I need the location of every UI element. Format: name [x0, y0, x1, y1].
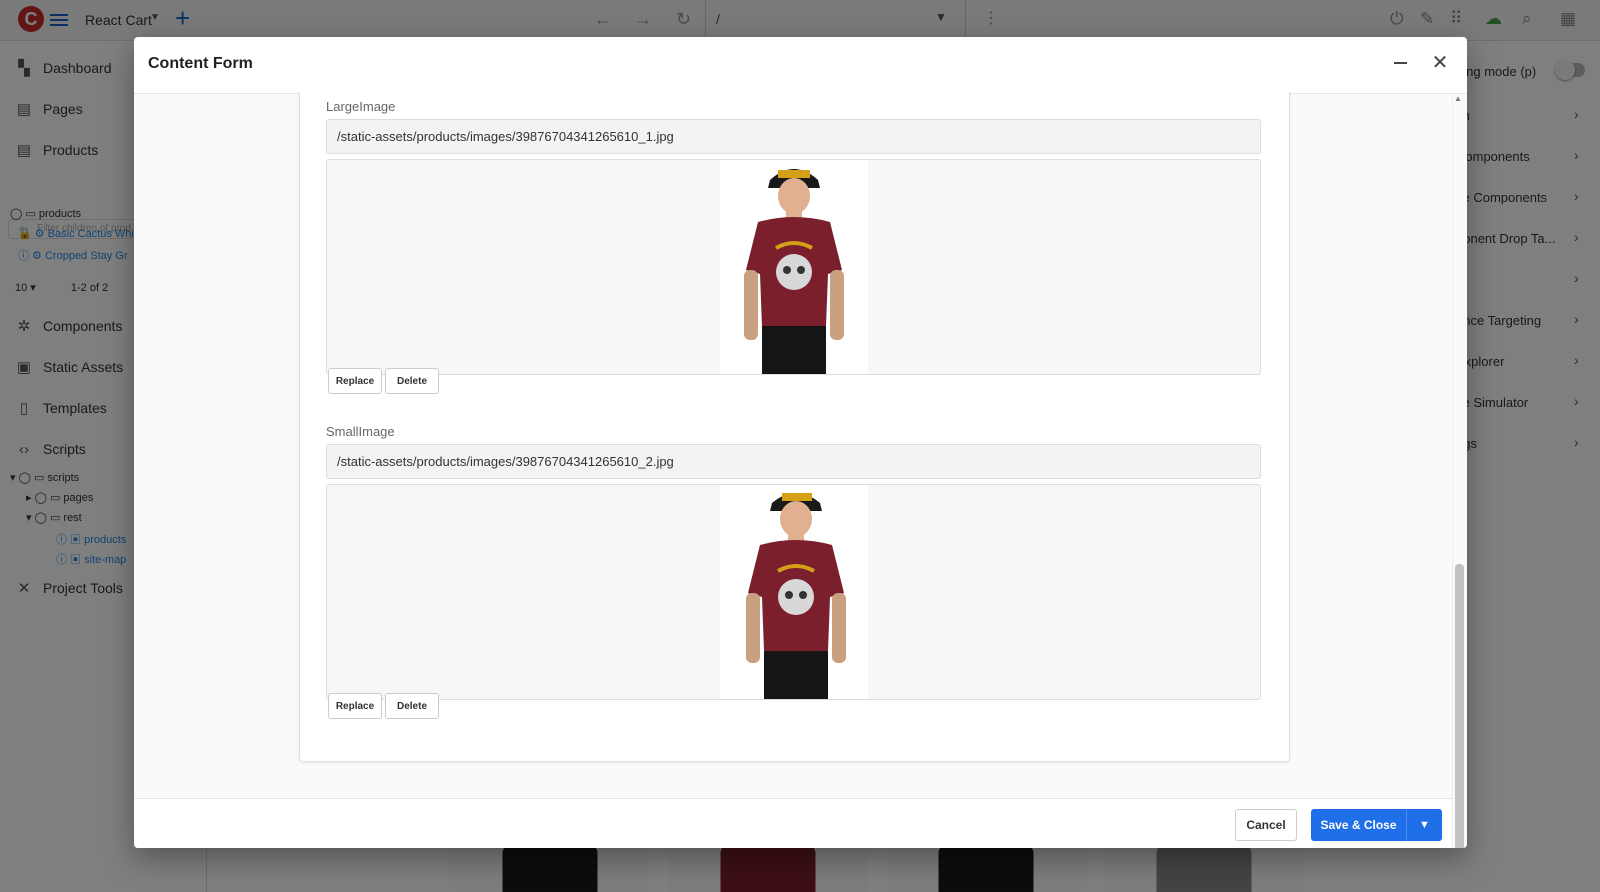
small-image-preview — [326, 484, 1261, 700]
save-options-dropdown-icon[interactable]: ▼ — [1406, 809, 1442, 841]
content-form-dialog: Content Form ✕ LargeImage /static-assets… — [134, 37, 1467, 848]
product-photo — [746, 493, 846, 699]
large-image-preview — [326, 159, 1261, 375]
small-image — [720, 485, 868, 699]
cancel-button[interactable]: Cancel — [1235, 809, 1297, 841]
delete-small-image-button[interactable]: Delete — [385, 693, 439, 719]
large-image — [720, 160, 868, 374]
minimize-icon[interactable] — [1390, 53, 1410, 73]
form-section: LargeImage /static-assets/products/image… — [299, 92, 1290, 762]
dialog-body: LargeImage /static-assets/products/image… — [134, 92, 1452, 834]
dialog-header: Content Form ✕ — [134, 37, 1467, 94]
replace-large-image-button[interactable]: Replace — [328, 368, 382, 394]
large-image-path-input[interactable] — [326, 119, 1261, 154]
scrollbar-thumb[interactable] — [1455, 564, 1464, 848]
product-photo — [744, 169, 844, 374]
close-icon[interactable]: ✕ — [1429, 52, 1451, 74]
save-and-close-button[interactable]: Save & Close — [1311, 809, 1406, 841]
scroll-up-icon[interactable]: ▲ — [1454, 94, 1462, 103]
dialog-footer: Cancel Save & Close ▼ — [134, 798, 1452, 848]
replace-small-image-button[interactable]: Replace — [328, 693, 382, 719]
small-image-path-input[interactable] — [326, 444, 1261, 479]
dialog-title: Content Form — [148, 55, 253, 72]
field-label-large-image: LargeImage — [326, 99, 396, 114]
delete-large-image-button[interactable]: Delete — [385, 368, 439, 394]
field-label-small-image: SmallImage — [326, 424, 395, 439]
